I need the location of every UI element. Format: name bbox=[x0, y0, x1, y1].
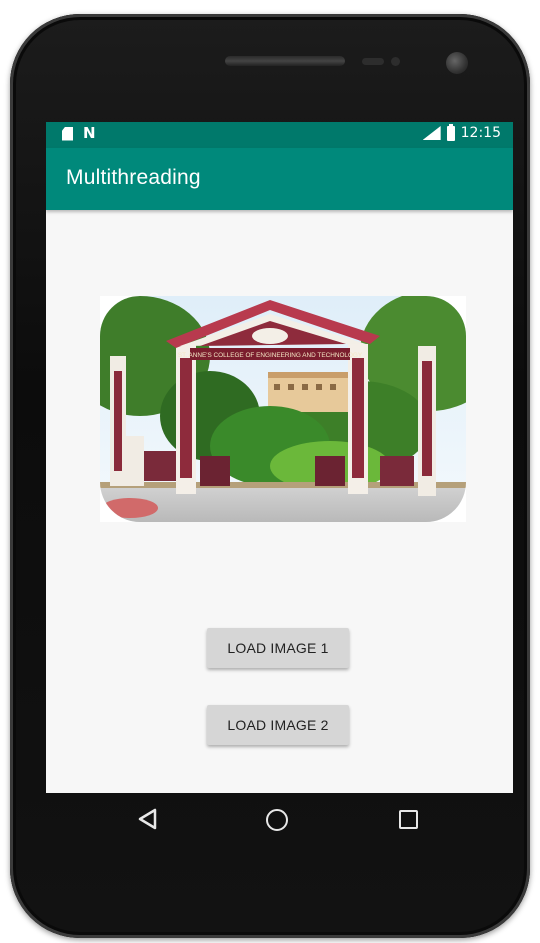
earpiece-speaker bbox=[225, 56, 345, 66]
light-sensor bbox=[391, 57, 400, 66]
loaded-image: ST. ANNE'S COLLEGE OF ENGINEERING AND TE… bbox=[100, 296, 466, 522]
front-camera bbox=[446, 52, 468, 74]
device-screen: N 12:15 Multithreading ST. ANNE'S COLLEG… bbox=[46, 122, 513, 793]
sim-card-icon bbox=[62, 126, 73, 141]
load-image-2-button[interactable]: LOAD IMAGE 2 bbox=[207, 705, 349, 745]
recents-icon[interactable] bbox=[399, 810, 418, 829]
n-notification-icon: N bbox=[83, 124, 96, 142]
signal-icon bbox=[422, 126, 441, 140]
app-bar: Multithreading bbox=[46, 148, 513, 210]
gate-banner-text: ST. ANNE'S COLLEGE OF ENGINEERING AND TE… bbox=[178, 352, 363, 359]
navigation-bar bbox=[46, 793, 513, 847]
load-image-1-button[interactable]: LOAD IMAGE 1 bbox=[207, 628, 349, 668]
home-icon[interactable] bbox=[266, 809, 288, 831]
back-icon[interactable] bbox=[138, 808, 158, 830]
status-time: 12:15 bbox=[460, 125, 501, 141]
status-bar: N 12:15 bbox=[46, 122, 513, 148]
proximity-sensor bbox=[362, 58, 384, 65]
app-title: Multithreading bbox=[66, 166, 201, 189]
battery-icon bbox=[446, 123, 455, 141]
